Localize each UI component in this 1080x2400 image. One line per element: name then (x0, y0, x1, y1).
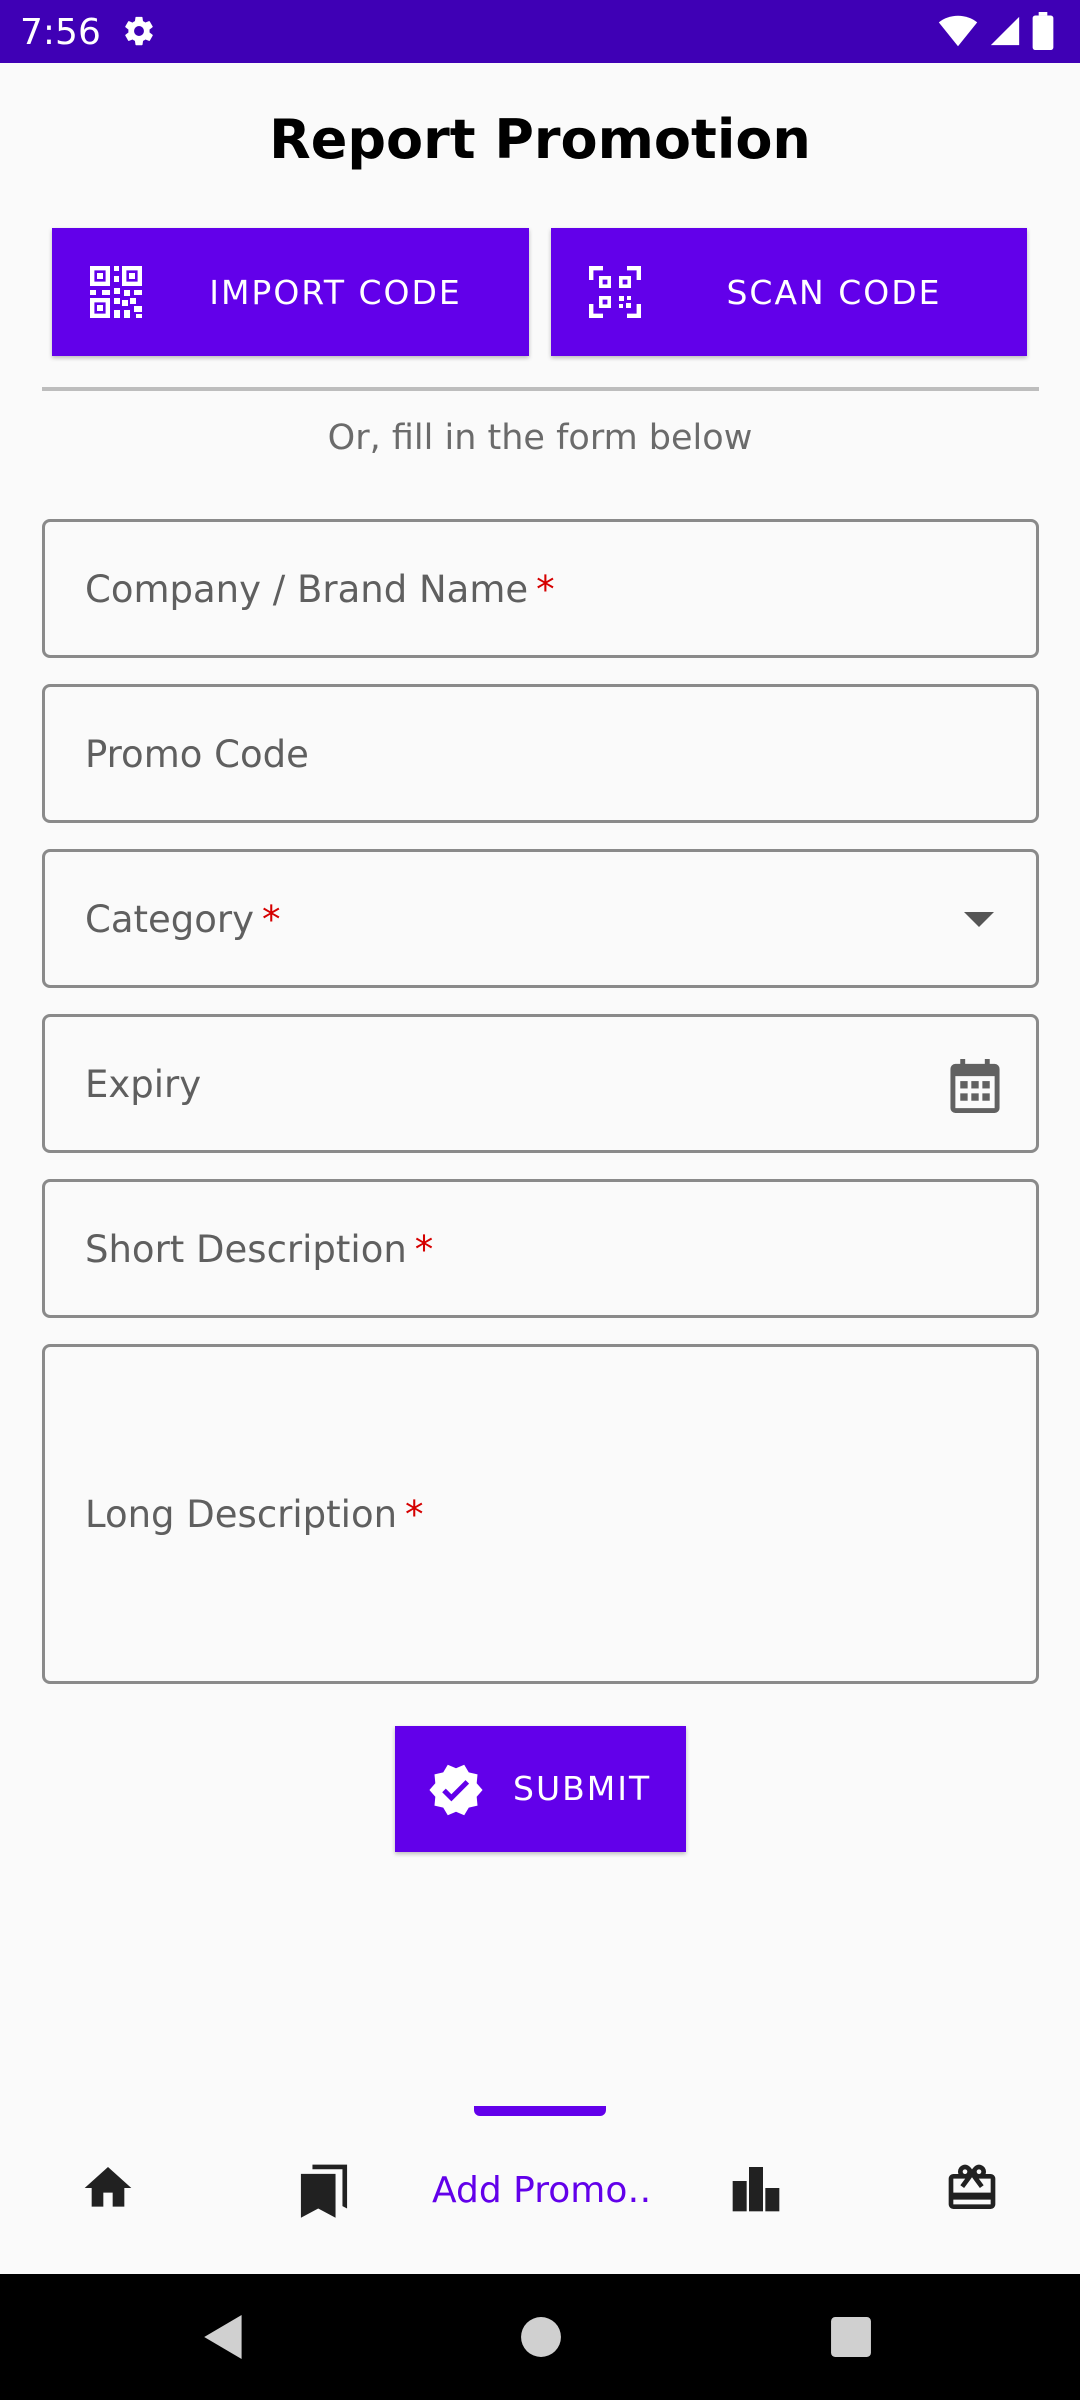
nav-home[interactable] (0, 2100, 216, 2274)
bookmarks-icon (300, 2164, 348, 2218)
expiry-date-field[interactable]: Expiry (42, 1014, 1039, 1153)
required-marker: * (405, 1493, 424, 1536)
expiry-label: Expiry (85, 1063, 202, 1106)
verified-badge-icon (429, 1764, 483, 1816)
import-code-label: IMPORT CODE (209, 272, 462, 312)
cell-signal-icon (990, 16, 1020, 46)
qr-scanner-icon (589, 266, 641, 318)
dropdown-arrow-icon[interactable] (964, 912, 994, 927)
category-dropdown[interactable]: Category * (42, 849, 1039, 988)
nav-stats[interactable] (648, 2100, 864, 2274)
divider (42, 387, 1039, 391)
promo-code-field[interactable]: Promo Code (42, 684, 1039, 823)
nav-add-promo-label: Add Promo… (432, 2170, 648, 2211)
nav-rewards[interactable] (864, 2100, 1080, 2274)
calendar-icon[interactable] (950, 1059, 1000, 1113)
bar-chart-icon (732, 2167, 780, 2212)
status-time: 7:56 (20, 12, 101, 53)
short-description-label: Short Description (85, 1228, 407, 1271)
home-icon (84, 2167, 132, 2207)
company-brand-name-label: Company / Brand Name (85, 568, 529, 611)
page-title: Report Promotion (269, 108, 811, 171)
wifi-icon (938, 15, 978, 47)
settings-gear-icon (125, 16, 153, 46)
scan-code-button[interactable]: SCAN CODE (551, 228, 1027, 356)
long-description-label: Long Description (85, 1493, 398, 1536)
submit-button[interactable]: SUBMIT (395, 1726, 686, 1852)
bottom-navigation: Add Promo… (0, 2100, 1080, 2274)
nav-add-promo[interactable]: Add Promo… (432, 2100, 648, 2274)
home-circle-icon[interactable] (520, 2312, 562, 2362)
promo-code-label: Promo Code (85, 733, 309, 776)
form-subtitle: Or, fill in the form below (327, 418, 753, 458)
back-icon[interactable] (202, 2312, 246, 2362)
gift-card-icon (948, 2164, 996, 2209)
category-label: Category (85, 898, 255, 941)
required-marker: * (536, 568, 555, 611)
import-code-button[interactable]: IMPORT CODE (52, 228, 529, 356)
short-description-field[interactable]: Short Description * (42, 1179, 1039, 1318)
status-icons (938, 12, 1054, 50)
submit-label: SUBMIT (513, 1769, 652, 1808)
status-bar: 7:56 (0, 0, 1080, 63)
battery-icon (1032, 12, 1054, 50)
required-marker: * (414, 1228, 434, 1271)
qr-code-icon (90, 266, 142, 318)
system-navigation-bar (0, 2274, 1080, 2400)
recents-icon[interactable] (830, 2312, 872, 2362)
required-marker: * (262, 898, 281, 941)
long-description-field[interactable]: Long Description * (42, 1344, 1039, 1684)
company-brand-name-field[interactable]: Company / Brand Name * (42, 519, 1039, 658)
nav-bookmarks[interactable] (216, 2100, 432, 2274)
scan-code-label: SCAN CODE (726, 272, 942, 312)
